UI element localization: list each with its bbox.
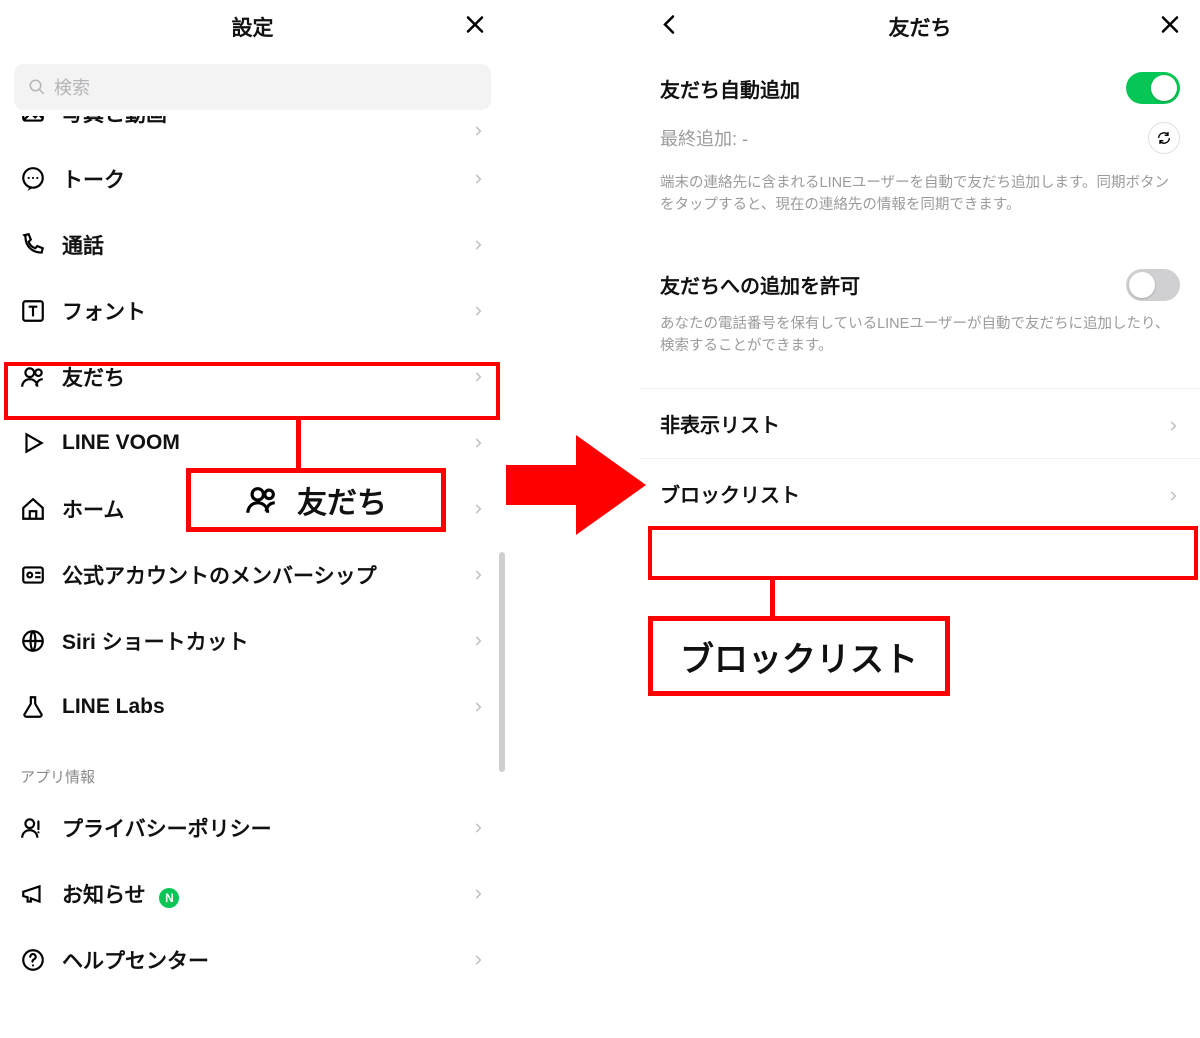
- back-icon[interactable]: [658, 13, 682, 42]
- allow-add-toggle[interactable]: [1126, 269, 1180, 301]
- row-label: フォント: [62, 296, 471, 326]
- close-icon[interactable]: [1158, 13, 1182, 42]
- globe-icon: [20, 628, 46, 654]
- card-icon: [20, 562, 46, 588]
- chevron-right-icon: [471, 238, 485, 252]
- play-icon: [20, 430, 46, 456]
- auto-add-toggle[interactable]: [1126, 72, 1180, 104]
- settings-pane: 設定 検索 写真と動画 トーク 通話: [0, 0, 505, 1038]
- chevron-right-icon: [471, 821, 485, 835]
- row-help-center[interactable]: ヘルプセンター: [0, 927, 505, 993]
- row-label: ホーム: [62, 494, 471, 524]
- row-friends[interactable]: 友だち: [0, 344, 505, 410]
- allow-add-block: 友だちへの追加を許可 あなたの電話番号を保有しているLINEユーザーが自動で友だ…: [640, 247, 1200, 364]
- search-input[interactable]: 検索: [14, 64, 491, 110]
- row-privacy-policy[interactable]: プライバシーポリシー: [0, 795, 505, 861]
- allow-add-label: 友だちへの追加を許可: [660, 270, 860, 299]
- chevron-right-icon: [471, 172, 485, 186]
- chat-icon: [20, 166, 46, 192]
- chevron-right-icon: [471, 700, 485, 714]
- row-hidden-list[interactable]: 非表示リスト: [640, 388, 1200, 458]
- row-label: 公式アカウントのメンバーシップ: [62, 560, 471, 590]
- row-font[interactable]: フォント: [0, 278, 505, 344]
- last-add-label: 最終追加: -: [660, 125, 748, 151]
- settings-list: 写真と動画 トーク 通話 フォント: [0, 116, 505, 993]
- flask-icon: [20, 694, 46, 720]
- refresh-icon: [1156, 130, 1172, 146]
- row-line-voom[interactable]: LINE VOOM: [0, 410, 505, 476]
- friends-title: 友だち: [889, 12, 952, 42]
- announce-icon: [20, 881, 46, 907]
- search-icon: [28, 78, 46, 96]
- row-line-labs[interactable]: LINE Labs: [0, 674, 505, 740]
- row-announcements[interactable]: お知らせ N: [0, 861, 505, 927]
- auto-add-label: 友だち自動追加: [660, 74, 800, 103]
- chevron-right-icon: [471, 370, 485, 384]
- search-placeholder: 検索: [54, 74, 90, 100]
- allow-add-desc: あなたの電話番号を保有しているLINEユーザーが自動で友だちに追加したり、検索す…: [660, 313, 1180, 358]
- row-call[interactable]: 通話: [0, 212, 505, 278]
- row-label-text: お知らせ: [62, 884, 146, 907]
- friends-pane: 友だち 友だち自動追加 最終追加: - 端末の連絡先に含まれるLINEユーザーを…: [640, 0, 1200, 1038]
- auto-add-block: 友だち自動追加 最終追加: - 端末の連絡先に含まれるLINEユーザーを自動で友…: [640, 54, 1200, 223]
- chevron-right-icon: [471, 124, 485, 138]
- chevron-right-icon: [471, 953, 485, 967]
- chevron-right-icon: [1166, 416, 1180, 430]
- auto-add-desc: 端末の連絡先に含まれるLINEユーザーを自動で友だち追加します。同期ボタンをタッ…: [660, 172, 1180, 217]
- row-label: 写真と動画: [62, 116, 471, 128]
- row-label: 友だち: [62, 362, 471, 392]
- row-home[interactable]: ホーム: [0, 476, 505, 542]
- chevron-right-icon: [471, 502, 485, 516]
- chevron-right-icon: [1166, 486, 1180, 500]
- row-label: 通話: [62, 230, 471, 260]
- chevron-right-icon: [471, 634, 485, 648]
- row-label: ヘルプセンター: [62, 945, 471, 975]
- row-siri[interactable]: Siri ショートカット: [0, 608, 505, 674]
- friends-header: 友だち: [640, 0, 1200, 54]
- close-icon[interactable]: [463, 13, 487, 42]
- row-talk[interactable]: トーク: [0, 146, 505, 212]
- chevron-right-icon: [471, 436, 485, 450]
- image-icon: [20, 116, 46, 126]
- phone-icon: [20, 232, 46, 258]
- row-label: プライバシーポリシー: [62, 813, 471, 843]
- friends-icon: [20, 364, 46, 390]
- row-label: 非表示リスト: [660, 409, 780, 438]
- new-badge: N: [159, 888, 179, 908]
- chevron-right-icon: [471, 568, 485, 582]
- row-label: LINE Labs: [62, 695, 471, 719]
- font-icon: [20, 298, 46, 324]
- chevron-right-icon: [471, 304, 485, 318]
- chevron-right-icon: [471, 887, 485, 901]
- row-photos-video[interactable]: 写真と動画: [0, 116, 505, 146]
- help-icon: [20, 947, 46, 973]
- row-label: ブロックリスト: [660, 479, 800, 508]
- row-label: Siri ショートカット: [62, 626, 471, 656]
- row-label: トーク: [62, 164, 471, 194]
- row-block-list[interactable]: ブロックリスト: [640, 458, 1200, 528]
- section-app-info: アプリ情報: [0, 740, 505, 795]
- home-icon: [20, 496, 46, 522]
- settings-title: 設定: [232, 12, 274, 42]
- refresh-button[interactable]: [1148, 122, 1180, 154]
- scrollbar[interactable]: [499, 552, 505, 772]
- arrow-icon: [506, 430, 646, 540]
- row-membership[interactable]: 公式アカウントのメンバーシップ: [0, 542, 505, 608]
- row-label: お知らせ N: [62, 879, 471, 909]
- privacy-icon: [20, 815, 46, 841]
- settings-header: 設定: [0, 0, 505, 54]
- row-label: LINE VOOM: [62, 431, 471, 455]
